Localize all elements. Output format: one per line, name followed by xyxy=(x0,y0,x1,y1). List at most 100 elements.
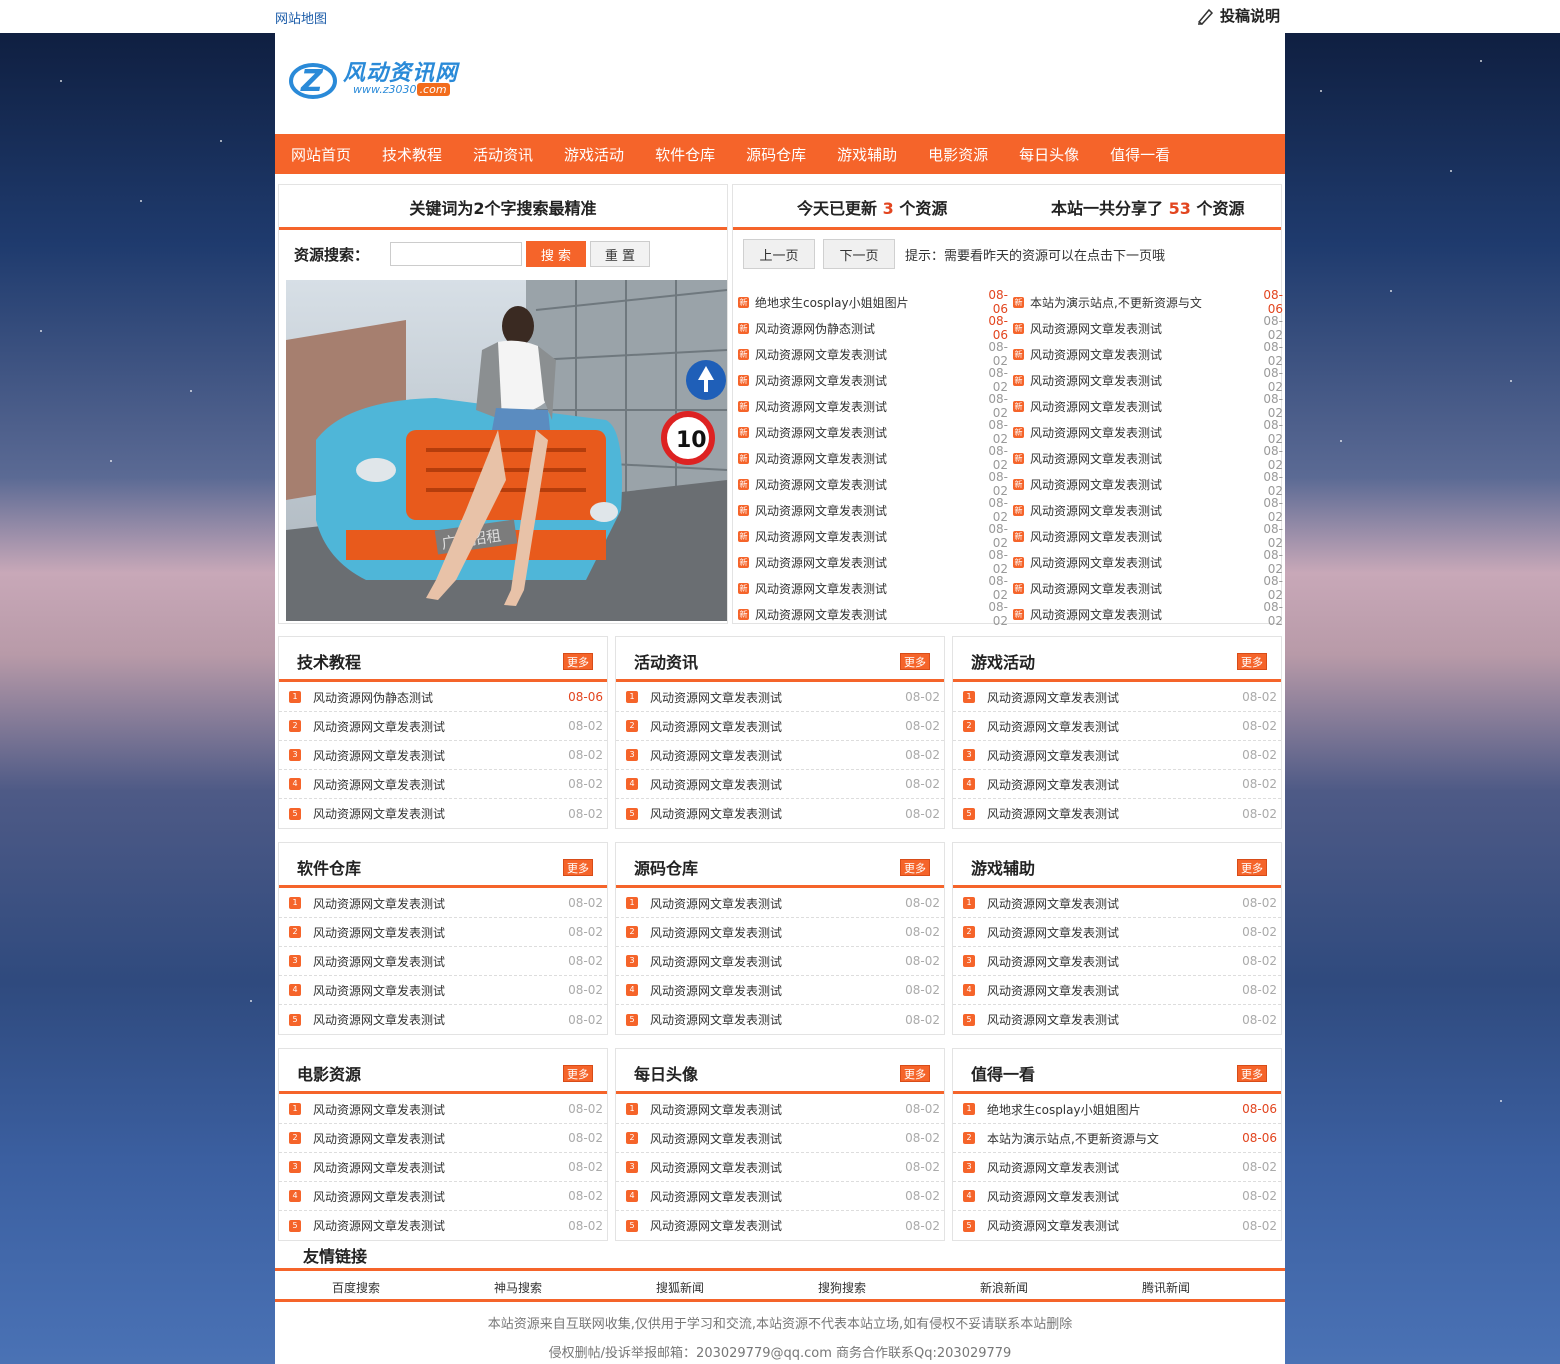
list-item[interactable]: 1 风动资源网文章发表测试 08-02 xyxy=(953,889,1281,918)
list-item[interactable]: 1 风动资源网伪静态测试 08-06 xyxy=(279,683,607,712)
list-item-title[interactable]: 风动资源网文章发表测试 xyxy=(987,895,1241,912)
sitemap-link[interactable]: 网站地图 xyxy=(275,8,327,27)
latest-item-title[interactable]: 风动资源网文章发表测试 xyxy=(755,476,974,493)
latest-item-title[interactable]: 风动资源网文章发表测试 xyxy=(755,450,974,467)
latest-item[interactable]: 新风动资源网文章发表测试 08-02 xyxy=(738,444,1008,472)
list-item-title[interactable]: 风动资源网文章发表测试 xyxy=(987,1188,1241,1205)
list-item-title[interactable]: 风动资源网文章发表测试 xyxy=(313,718,567,735)
latest-item-title[interactable]: 风动资源网文章发表测试 xyxy=(755,398,974,415)
latest-item-title[interactable]: 风动资源网文章发表测试 xyxy=(1030,320,1249,337)
nav-item[interactable]: 技术教程 xyxy=(382,144,442,165)
latest-item-title[interactable]: 风动资源网文章发表测试 xyxy=(1030,606,1249,623)
list-item-title[interactable]: 风动资源网文章发表测试 xyxy=(313,1101,567,1118)
list-item[interactable]: 3 风动资源网文章发表测试 08-02 xyxy=(953,1153,1281,1182)
latest-item[interactable]: 新风动资源网文章发表测试 08-02 xyxy=(738,418,1008,446)
latest-item[interactable]: 新风动资源网文章发表测试 08-02 xyxy=(738,522,1008,550)
list-item-title[interactable]: 风动资源网文章发表测试 xyxy=(987,805,1241,822)
more-button[interactable]: 更多 xyxy=(563,1065,593,1082)
latest-item-title[interactable]: 风动资源网文章发表测试 xyxy=(755,528,974,545)
latest-item-title[interactable]: 风动资源网文章发表测试 xyxy=(755,502,974,519)
latest-item[interactable]: 新风动资源网文章发表测试 08-02 xyxy=(1013,470,1283,498)
latest-item-title[interactable]: 风动资源网文章发表测试 xyxy=(755,424,974,441)
list-item-title[interactable]: 风动资源网文章发表测试 xyxy=(313,1011,567,1028)
latest-item-title[interactable]: 风动资源网伪静态测试 xyxy=(755,320,974,337)
latest-item[interactable]: 新风动资源网文章发表测试 08-02 xyxy=(1013,340,1283,368)
latest-item-title[interactable]: 风动资源网文章发表测试 xyxy=(1030,346,1249,363)
latest-item[interactable]: 新风动资源网文章发表测试 08-02 xyxy=(738,548,1008,576)
list-item[interactable]: 4 风动资源网文章发表测试 08-02 xyxy=(279,976,607,1005)
latest-item-title[interactable]: 风动资源网文章发表测试 xyxy=(755,580,974,597)
latest-item[interactable]: 新风动资源网文章发表测试 08-02 xyxy=(1013,392,1283,420)
latest-item[interactable]: 新风动资源网文章发表测试 08-02 xyxy=(1013,366,1283,394)
category-title[interactable]: 软件仓库 xyxy=(297,855,361,879)
nav-item[interactable]: 每日头像 xyxy=(1019,144,1079,165)
list-item-title[interactable]: 风动资源网文章发表测试 xyxy=(650,776,904,793)
latest-item-title[interactable]: 风动资源网文章发表测试 xyxy=(1030,528,1249,545)
category-title[interactable]: 活动资讯 xyxy=(634,649,698,673)
list-item-title[interactable]: 风动资源网文章发表测试 xyxy=(313,895,567,912)
list-item-title[interactable]: 风动资源网文章发表测试 xyxy=(987,747,1241,764)
latest-item[interactable]: 新本站为演示站点,不更新资源与文 08-06 xyxy=(1013,288,1283,316)
more-button[interactable]: 更多 xyxy=(900,1065,930,1082)
list-item-title[interactable]: 绝地求生cosplay小姐姐图片 xyxy=(987,1101,1241,1118)
nav-item[interactable]: 源码仓库 xyxy=(746,144,806,165)
friend-link[interactable]: 腾讯新闻 xyxy=(1085,1279,1247,1301)
latest-item-title[interactable]: 本站为演示站点,不更新资源与文 xyxy=(1030,294,1249,311)
list-item[interactable]: 3 风动资源网文章发表测试 08-02 xyxy=(616,947,944,976)
list-item[interactable]: 5 风动资源网文章发表测试 08-02 xyxy=(279,799,607,828)
nav-item[interactable]: 电影资源 xyxy=(928,144,988,165)
list-item[interactable]: 5 风动资源网文章发表测试 08-02 xyxy=(953,1005,1281,1034)
list-item[interactable]: 4 风动资源网文章发表测试 08-02 xyxy=(279,770,607,799)
list-item-title[interactable]: 风动资源网文章发表测试 xyxy=(650,1011,904,1028)
list-item[interactable]: 2 风动资源网文章发表测试 08-02 xyxy=(953,918,1281,947)
list-item-title[interactable]: 风动资源网文章发表测试 xyxy=(987,1159,1241,1176)
list-item[interactable]: 3 风动资源网文章发表测试 08-02 xyxy=(279,741,607,770)
latest-item-title[interactable]: 风动资源网文章发表测试 xyxy=(1030,502,1249,519)
list-item-title[interactable]: 风动资源网文章发表测试 xyxy=(987,689,1241,706)
latest-item-title[interactable]: 绝地求生cosplay小姐姐图片 xyxy=(755,294,974,311)
list-item-title[interactable]: 风动资源网文章发表测试 xyxy=(313,982,567,999)
list-item[interactable]: 5 风动资源网文章发表测试 08-02 xyxy=(953,1211,1281,1240)
list-item[interactable]: 3 风动资源网文章发表测试 08-02 xyxy=(953,947,1281,976)
latest-item[interactable]: 新风动资源网文章发表测试 08-02 xyxy=(738,340,1008,368)
contribute-link[interactable]: 投稿说明 xyxy=(1196,5,1280,26)
list-item[interactable]: 2 本站为演示站点,不更新资源与文 08-06 xyxy=(953,1124,1281,1153)
list-item[interactable]: 4 风动资源网文章发表测试 08-02 xyxy=(616,976,944,1005)
nav-item[interactable]: 活动资讯 xyxy=(473,144,533,165)
more-button[interactable]: 更多 xyxy=(563,653,593,670)
search-button[interactable]: 搜 索 xyxy=(526,241,586,267)
list-item-title[interactable]: 风动资源网文章发表测试 xyxy=(650,689,904,706)
friend-link[interactable]: 搜狐新闻 xyxy=(599,1279,761,1301)
list-item-title[interactable]: 风动资源网文章发表测试 xyxy=(987,1011,1241,1028)
list-item[interactable]: 5 风动资源网文章发表测试 08-02 xyxy=(616,799,944,828)
list-item[interactable]: 2 风动资源网文章发表测试 08-02 xyxy=(279,1124,607,1153)
more-button[interactable]: 更多 xyxy=(1237,859,1267,876)
list-item-title[interactable]: 本站为演示站点,不更新资源与文 xyxy=(987,1130,1241,1147)
category-title[interactable]: 源码仓库 xyxy=(634,855,698,879)
list-item[interactable]: 4 风动资源网文章发表测试 08-02 xyxy=(616,770,944,799)
latest-item-title[interactable]: 风动资源网文章发表测试 xyxy=(755,346,974,363)
nav-item[interactable]: 值得一看 xyxy=(1110,144,1170,165)
list-item[interactable]: 2 风动资源网文章发表测试 08-02 xyxy=(616,712,944,741)
more-button[interactable]: 更多 xyxy=(563,859,593,876)
list-item[interactable]: 4 风动资源网文章发表测试 08-02 xyxy=(279,1182,607,1211)
latest-item-title[interactable]: 风动资源网文章发表测试 xyxy=(1030,450,1249,467)
latest-item-title[interactable]: 风动资源网文章发表测试 xyxy=(1030,554,1249,571)
list-item[interactable]: 3 风动资源网文章发表测试 08-02 xyxy=(616,741,944,770)
friend-link[interactable]: 新浪新闻 xyxy=(923,1279,1085,1301)
list-item-title[interactable]: 风动资源网文章发表测试 xyxy=(650,1159,904,1176)
list-item-title[interactable]: 风动资源网文章发表测试 xyxy=(987,924,1241,941)
list-item[interactable]: 1 风动资源网文章发表测试 08-02 xyxy=(953,683,1281,712)
list-item[interactable]: 4 风动资源网文章发表测试 08-02 xyxy=(953,770,1281,799)
more-button[interactable]: 更多 xyxy=(1237,1065,1267,1082)
latest-item[interactable]: 新风动资源网文章发表测试 08-02 xyxy=(1013,444,1283,472)
list-item-title[interactable]: 风动资源网文章发表测试 xyxy=(987,776,1241,793)
latest-item-title[interactable]: 风动资源网文章发表测试 xyxy=(1030,476,1249,493)
list-item[interactable]: 1 风动资源网文章发表测试 08-02 xyxy=(279,1095,607,1124)
latest-item-title[interactable]: 风动资源网文章发表测试 xyxy=(1030,580,1249,597)
nav-item[interactable]: 网站首页 xyxy=(291,144,351,165)
list-item[interactable]: 1 绝地求生cosplay小姐姐图片 08-06 xyxy=(953,1095,1281,1124)
latest-item[interactable]: 新风动资源网文章发表测试 08-02 xyxy=(738,600,1008,628)
friend-link[interactable]: 神马搜索 xyxy=(437,1279,599,1301)
reset-button[interactable]: 重 置 xyxy=(590,241,650,267)
